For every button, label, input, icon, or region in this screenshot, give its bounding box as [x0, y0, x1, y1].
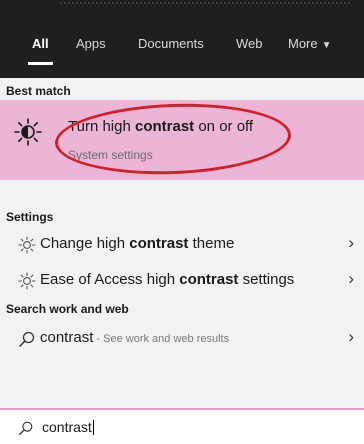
gear-sun-icon	[18, 272, 36, 290]
label-keyword: contrast	[129, 235, 189, 252]
web-search-hint: See work and web results	[103, 333, 230, 345]
chevron-right-icon[interactable]: ›	[348, 269, 354, 289]
settings-item-ease-of-access[interactable]: Ease of Access high contrast settings ›	[0, 262, 364, 298]
label-keyword: contrast	[179, 271, 239, 288]
section-search-work-and-web: Search work and web	[6, 302, 129, 316]
web-search-separator: -	[93, 333, 104, 345]
section-best-match: Best match	[6, 84, 71, 98]
search-box[interactable]: contrast	[0, 408, 364, 444]
tab-documents[interactable]: Documents	[138, 30, 204, 57]
search-input[interactable]: contrast	[42, 419, 94, 435]
section-settings: Settings	[6, 210, 54, 224]
settings-item-change-theme[interactable]: Change high contrast theme ›	[0, 226, 364, 262]
label-pre: Change high	[40, 235, 130, 252]
web-search-label: contrast - See work and web results	[40, 329, 229, 346]
text-caret	[92, 420, 94, 435]
search-input-value: contrast	[42, 419, 92, 435]
search-icon	[19, 331, 35, 347]
label-post: settings	[238, 271, 295, 288]
decorative-dotted-edge	[60, 2, 350, 12]
label-post: theme	[188, 235, 235, 252]
label-pre: Ease of Access high	[40, 271, 180, 288]
tab-more[interactable]: More ▼	[288, 30, 332, 57]
tab-web[interactable]: Web	[236, 30, 263, 57]
chevron-right-icon[interactable]: ›	[348, 233, 354, 253]
tab-apps[interactable]: Apps	[76, 30, 106, 57]
chevron-down-icon: ▼	[321, 40, 332, 51]
sun-icon	[14, 118, 42, 146]
search-scope-bar: All Apps Documents Web More ▼	[0, 0, 364, 78]
chevron-right-icon[interactable]: ›	[348, 327, 354, 347]
search-icon	[19, 421, 33, 435]
settings-item-label: Change high contrast theme	[40, 235, 234, 252]
gear-sun-icon	[18, 236, 36, 254]
web-search-item[interactable]: contrast - See work and web results ›	[0, 320, 364, 356]
settings-item-label: Ease of Access high contrast settings	[40, 271, 294, 288]
web-search-keyword: contrast	[40, 329, 94, 346]
tab-more-label: More	[288, 36, 318, 51]
tab-all[interactable]: All	[28, 30, 53, 65]
